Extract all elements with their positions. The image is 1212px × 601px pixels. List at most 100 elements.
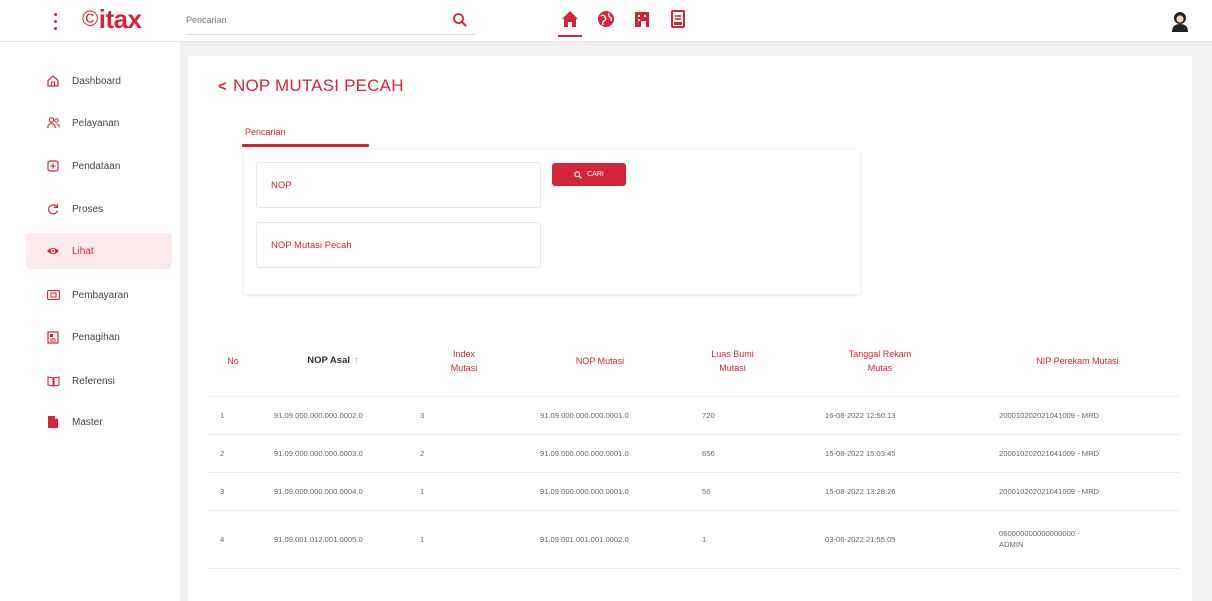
cell-nop-asal: 91.09.000.000.000.0002.0	[258, 396, 408, 435]
cell-nop-mutasi: 91.09.000.000.000.0001.0	[520, 472, 680, 511]
search-icon	[574, 170, 582, 179]
cell-no: 1	[208, 396, 258, 435]
sidebar-item-penagihan[interactable]: Penagihan	[26, 319, 172, 355]
sidebar: Dashboard Pelayanan Pendataan Proses Lih…	[0, 42, 180, 601]
filter-card: CARI	[244, 150, 860, 294]
eye-icon	[46, 244, 60, 258]
page-title-text: NOP MUTASI PECAH	[232, 76, 404, 95]
sidebar-item-pembayaran[interactable]: Pembayaran	[26, 277, 172, 313]
cell-index-mutasi: 2	[408, 434, 520, 473]
sidebar-item-label: Pelayanan	[72, 117, 120, 129]
sidebar-item-label: Pembayaran	[72, 289, 129, 301]
sidebar-item-label: Dashboard	[72, 75, 121, 87]
cell-nip-perekam: 200010202021041009 - MRD	[975, 472, 1180, 511]
col-header-luas-bumi[interactable]: Luas Bumi Mutasi	[680, 326, 785, 397]
sidebar-item-label: Proses	[72, 203, 104, 215]
users-icon	[46, 116, 60, 130]
building-icon	[635, 12, 649, 27]
cell-nop-mutasi: 91.09.000.000.000.0001.0	[520, 434, 680, 473]
cell-index-mutasi: 3	[408, 396, 520, 435]
nav-document[interactable]	[668, 6, 688, 36]
home-outline-icon	[46, 74, 60, 88]
nop-mutasi-input[interactable]	[257, 223, 540, 267]
card-icon	[46, 288, 60, 302]
col-header-tanggal-rekam[interactable]: Tanggal Rekam Mutas	[785, 326, 975, 397]
search-box	[186, 7, 476, 35]
cell-nip-perekam: 060000000000000000 - ADMIN	[975, 510, 1180, 569]
cell-no: 4	[208, 510, 258, 569]
sidebar-item-pelayanan[interactable]: Pelayanan	[26, 105, 172, 141]
cell-tanggal-rekam: 16-08-2022 12:50:13	[785, 396, 975, 435]
back-chevron-icon[interactable]: <	[218, 78, 227, 95]
cell-nip-perekam: 200010202021041009 - MRD	[975, 396, 1180, 435]
col-header-no[interactable]: No	[208, 326, 258, 397]
sort-asc-icon[interactable]: ↑	[354, 355, 359, 366]
file-icon	[46, 415, 60, 429]
app-logo[interactable]: ©itax	[82, 4, 142, 35]
table-row[interactable]: 3 91.09.000.000.000.0004.0 1 91.09.000.0…	[208, 472, 1180, 511]
search-icon[interactable]	[452, 12, 468, 28]
nop-mutasi-field	[256, 222, 541, 268]
top-bar: ©itax	[0, 0, 1212, 42]
invoice-icon	[46, 330, 60, 344]
cari-button[interactable]: CARI	[552, 163, 626, 186]
sidebar-item-pendataan[interactable]: Pendataan	[26, 148, 172, 184]
sidebar-item-lihat[interactable]: Lihat	[26, 233, 172, 269]
cell-tanggal-rekam: 15-08-2022 13:28:26	[785, 472, 975, 511]
plus-square-icon	[46, 159, 60, 173]
cell-tanggal-rekam: 03-06-2022 21:55:05	[785, 510, 975, 569]
cell-nop-mutasi: 91.09.000.000.000.0001.0	[520, 396, 680, 435]
cell-nop-asal: 91.09.000.000.000.0004.0	[258, 472, 408, 511]
main-content: < NOP MUTASI PECAH Pencarian CARI No NOP …	[188, 56, 1192, 601]
nav-home[interactable]	[558, 6, 582, 37]
col-header-nip-perekam[interactable]: NIP Perekam Mutasi	[975, 326, 1180, 397]
col-header-nop-asal[interactable]: NOP Asal ↑	[258, 326, 408, 397]
nop-input[interactable]	[257, 163, 540, 207]
nop-field	[256, 162, 541, 208]
cell-no: 3	[208, 472, 258, 511]
cell-nip-perekam: 200010202021041009 - MRD	[975, 434, 1180, 473]
cell-nop-mutasi: 91.09.001.001.001.0002.0	[520, 510, 680, 569]
cell-nop-asal: 91.09.001.012.001.0005.0	[258, 510, 408, 569]
tab-pencarian[interactable]: Pencarian	[245, 127, 286, 137]
document-icon	[671, 10, 685, 28]
cari-button-label: CARI	[587, 171, 604, 178]
nav-building[interactable]	[632, 6, 652, 36]
sidebar-item-referensi[interactable]: Referensi	[26, 363, 172, 399]
table-row[interactable]: 2 91.09.000.000.000.0003.0 2 91.09.000.0…	[208, 434, 1180, 473]
sidebar-item-label: Pendataan	[72, 160, 121, 172]
cell-no: 2	[208, 434, 258, 473]
globe-icon	[598, 11, 614, 27]
table-row[interactable]: 1 91.09.000.000.000.0002.0 3 91.09.000.0…	[208, 396, 1180, 435]
sidebar-item-label: Penagihan	[72, 331, 120, 343]
nav-globe[interactable]	[596, 6, 616, 36]
refresh-icon	[46, 202, 60, 216]
tab-active-indicator	[242, 144, 369, 147]
cell-luas-bumi: 56	[680, 472, 785, 511]
sidebar-item-master[interactable]: Master	[26, 404, 172, 440]
user-avatar-icon[interactable]	[1170, 11, 1190, 33]
sidebar-item-label: Master	[72, 416, 103, 428]
sidebar-item-dashboard[interactable]: Dashboard	[26, 63, 172, 99]
book-icon	[46, 374, 60, 388]
cell-luas-bumi: 656	[680, 434, 785, 473]
cell-index-mutasi: 1	[408, 472, 520, 511]
sidebar-item-label: Lihat	[72, 245, 94, 257]
search-input[interactable]	[186, 7, 446, 33]
col-header-nop-mutasi[interactable]: NOP Mutasi	[520, 326, 680, 397]
sidebar-item-proses[interactable]: Proses	[26, 191, 172, 227]
kebab-menu-icon[interactable]	[50, 10, 60, 32]
table-header-row: No NOP Asal ↑ Index Mutasi NOP Mutasi Luas…	[208, 326, 1180, 397]
home-icon	[562, 11, 578, 27]
mutasi-table: No NOP Asal ↑ Index Mutasi NOP Mutasi Luas…	[208, 326, 1180, 569]
cell-index-mutasi: 1	[408, 510, 520, 569]
col-header-index-mutasi[interactable]: Index Mutasi	[408, 326, 520, 397]
top-navigation	[558, 6, 688, 37]
sidebar-item-label: Referensi	[72, 375, 115, 387]
table-row[interactable]: 4 91.09.001.012.001.0005.0 1 91.09.001.0…	[208, 510, 1180, 569]
cell-luas-bumi: 1	[680, 510, 785, 569]
cell-luas-bumi: 720	[680, 396, 785, 435]
page-title: < NOP MUTASI PECAH	[218, 76, 404, 96]
cell-nop-asal: 91.09.000.000.000.0003.0	[258, 434, 408, 473]
cell-tanggal-rekam: 15-08-2022 15:03:45	[785, 434, 975, 473]
